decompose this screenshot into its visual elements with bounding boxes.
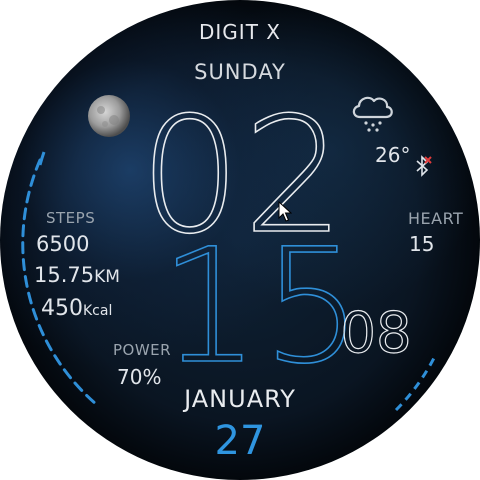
calories-value: 450Kcal [41,298,112,320]
app-title: DIGIT X [199,20,281,44]
mouse-cursor-icon [278,201,292,222]
distance-value: 15.75KM [34,265,120,286]
distance-number: 15.75 [34,263,95,287]
steps-value: 6500 [36,232,90,256]
temperature: 26° [375,143,411,167]
calories-unit: Kcal [83,303,113,319]
bluetooth-disconnected-icon [416,155,432,177]
watch-stage: DIGIT X SUNDAY 26° 02 15 08 STEPS 6500 1… [0,0,480,480]
power-value: 70% [117,365,162,389]
calories-number: 450 [41,296,83,321]
seconds-display: 08 [340,301,412,366]
watch-face[interactable]: DIGIT X SUNDAY 26° 02 15 08 STEPS 6500 1… [0,0,480,480]
month-label: JANUARY [184,385,296,413]
distance-unit: KM [94,267,120,287]
moon-phase-icon [88,95,130,137]
cloud-rain-icon [352,96,393,132]
heart-label: HEART [408,209,464,228]
date-number: 27 [214,418,266,464]
minute-display: 15 [159,215,365,399]
heart-value: 15 [409,232,435,256]
day-of-week: SUNDAY [194,60,286,84]
power-label: POWER [113,341,172,359]
steps-label: STEPS [46,209,96,227]
